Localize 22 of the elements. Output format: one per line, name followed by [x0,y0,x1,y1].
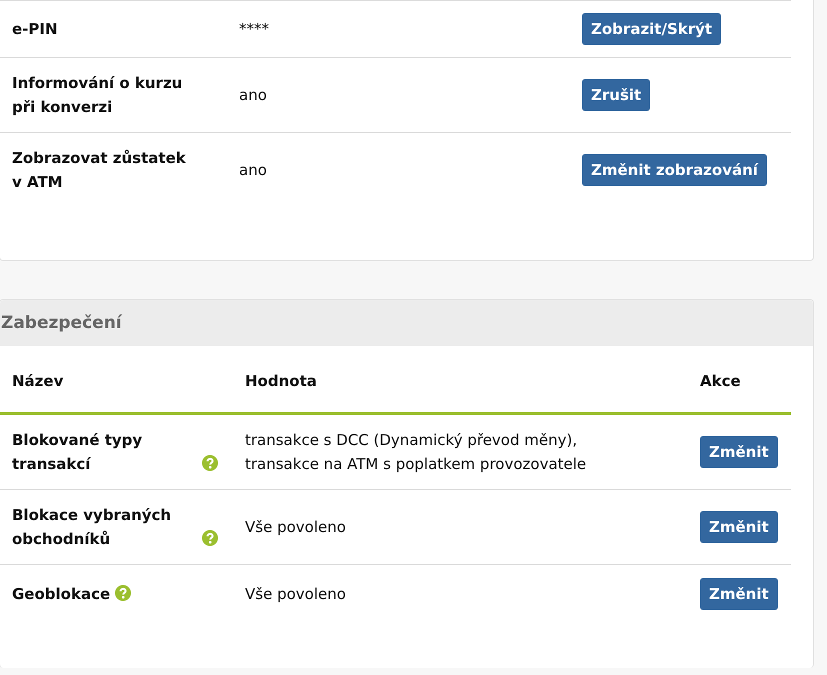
setting-name: Blokace vybraných obchodníků [12,505,172,550]
action-button[interactable]: Změnit [700,511,778,543]
setting-value: Vše povoleno [245,517,346,538]
setting-name: Zobrazovat zůstatek v ATM [12,148,187,193]
setting-name: Geoblokace [12,584,110,605]
setting-value: ano [239,160,267,181]
panel-header: Zabezpečení [0,300,813,346]
action-button[interactable]: Zrušit [582,79,650,111]
action-button[interactable]: Změnit [700,578,778,610]
setting-name: Blokované typy transakcí [12,430,144,475]
setting-name: e-PIN [12,19,58,40]
setting-name: Informování o kurzu při konverzi [12,73,184,118]
column-header: Název [12,372,64,390]
action-button[interactable]: Zobrazit/Skrýt [582,13,722,45]
setting-value: transakce s DCC (Dynamický převod měny), transakce na ATM s poplatkem provozovatele [245,430,588,475]
column-header: Hodnota [245,372,317,390]
action-button[interactable]: Změnit [700,436,778,468]
setting-value: **** [239,19,269,40]
setting-value: Vše povoleno [245,584,346,605]
column-header: Akce [700,372,741,390]
setting-value: ano [239,85,267,106]
action-button[interactable]: Změnit zobrazování [582,154,767,186]
